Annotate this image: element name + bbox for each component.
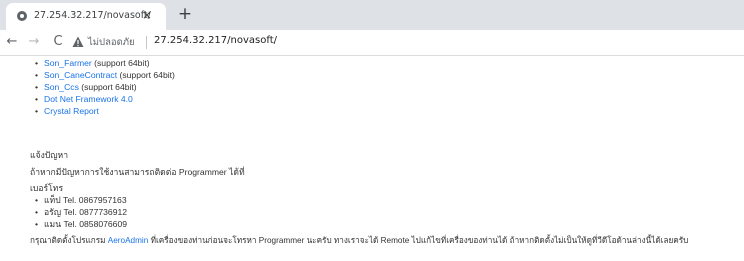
download-link[interactable]: Son_Ccs [44,82,79,92]
item-note: (support 64bit) [91,58,150,68]
reload-button[interactable]: C [50,34,66,50]
browser-tab[interactable]: 27.254.32.217/novasoft/ × [6,3,166,30]
list-item: Crystal Report [30,105,175,117]
install-note-suffix: ที่เครื่องของท่านก่อนจะโทรหา Programmer … [148,236,689,245]
tab-title: 27.254.32.217/novasoft/ [34,10,151,21]
download-link[interactable]: Son_Farmer [44,58,92,68]
install-note: กรุณาติดตั้งโปรแกรม AeroAdmin ที่เครื่อง… [30,235,688,247]
download-link[interactable]: Son_CaneContract [44,70,117,80]
address-bar[interactable]: ไม่ปลอดภัย 27.254.32.217/novasoft/ [70,32,740,53]
new-tab-button[interactable]: + [175,4,195,24]
tab-close-button[interactable]: × [139,7,155,23]
phone-item: แท็ป Tel. 0867957163 [30,194,127,206]
aeroadmin-link[interactable]: AeroAdmin [108,236,149,245]
phone-list: แท็ป Tel. 0867957163 อรัญ Tel. 087773691… [30,194,127,230]
page-content: Son_Farmer (support 64bit) Son_CaneContr… [0,57,744,261]
list-item: Son_Ccs (support 64bit) [30,81,175,93]
download-link[interactable]: Crystal Report [44,106,99,116]
phone-item: แมน Tel. 0858076609 [30,218,127,230]
globe-icon [17,11,27,21]
address-divider [146,36,147,49]
download-list: Son_Farmer (support 64bit) Son_CaneContr… [30,57,175,117]
phone-heading: เบอร์โทร [30,183,64,193]
back-button[interactable]: ← [4,34,20,50]
browser-toolbar: ← → C ไม่ปลอดภัย 27.254.32.217/novasoft/ [0,30,744,56]
list-item: Son_Farmer (support 64bit) [30,57,175,69]
contact-intro: ถ้าหากมีปัญหาการใช้งานสามารถติดต่อ Progr… [30,167,245,177]
phone-item: อรัญ Tel. 0877736912 [30,206,127,218]
security-status-label[interactable]: ไม่ปลอดภัย [88,35,135,50]
install-note-prefix: กรุณาติดตั้งโปรแกรม [30,236,108,245]
list-item: Dot Net Framework 4.0 [30,93,175,105]
list-item: Son_CaneContract (support 64bit) [30,69,175,81]
forward-button[interactable]: → [26,34,42,50]
item-note: (support 64bit) [78,82,137,92]
item-note: (support 64bit) [117,70,175,80]
download-link[interactable]: Dot Net Framework 4.0 [44,94,133,104]
warning-icon[interactable] [72,36,84,48]
url-text[interactable]: 27.254.32.217/novasoft/ [154,35,277,46]
report-problem-heading: แจ้งปัญหา [30,150,69,160]
tab-strip: 27.254.32.217/novasoft/ × + [0,0,744,30]
